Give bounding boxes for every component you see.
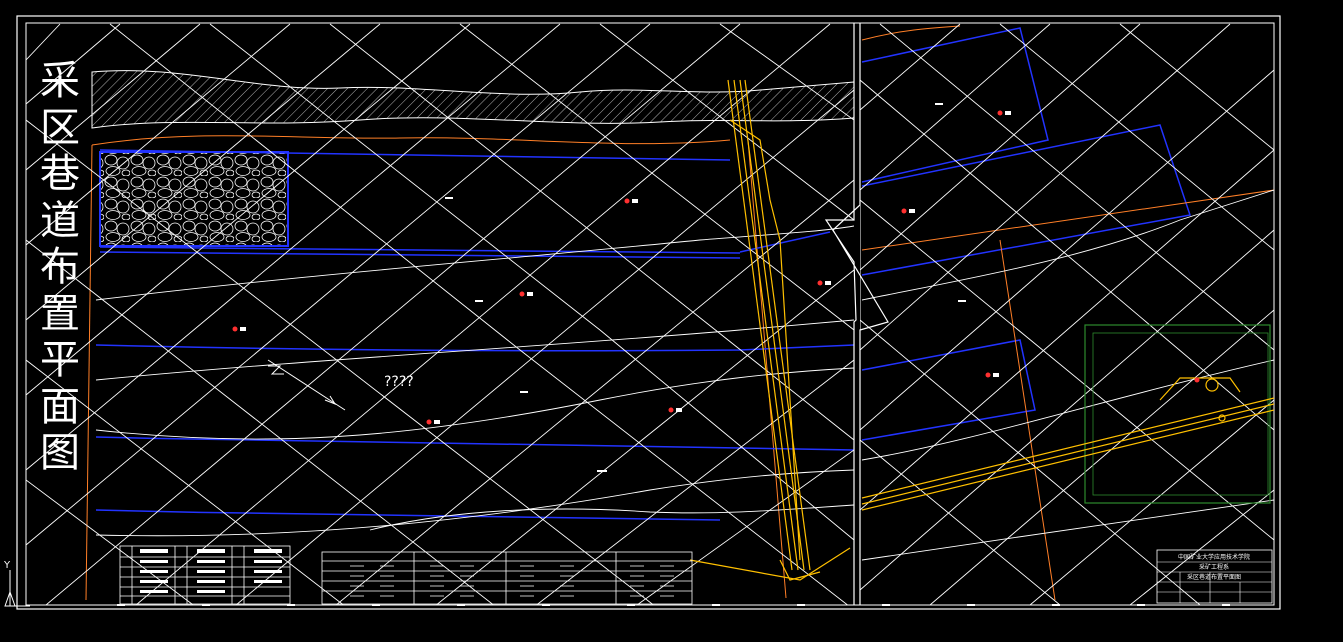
drawing-title-char: 区	[40, 104, 80, 151]
stratigraphy-table	[119, 545, 291, 605]
boundary-line	[747, 139, 787, 599]
boundary-line	[91, 135, 731, 146]
drawing-title-char: 图	[40, 430, 80, 476]
drawing-title-char: 巷	[40, 151, 80, 197]
boundary-line	[85, 144, 93, 601]
drawing-title-char: 平	[40, 337, 80, 383]
drawing-title-char: 采	[40, 58, 80, 104]
title-block-major: 采矿工程系	[1199, 563, 1229, 571]
surface-facility-box	[1084, 324, 1271, 504]
point-markers	[232, 197, 831, 472]
title-block-school: 中国矿业大学应用技术学院	[1178, 553, 1250, 561]
title-block: 中国矿业大学应用技术学院 采矿工程系 采区巷道布置平面图	[1156, 549, 1273, 604]
garbled-label: ????	[384, 374, 414, 390]
drawing-title-char: 置	[40, 290, 80, 337]
title-block-sheet-name: 采区巷道布置平面图	[1187, 573, 1241, 581]
cad-drawing-canvas[interactable]: ???? 中国矿业大学应用技术学院 采矿工程系 采区巷道布置平面图 Y	[0, 0, 1343, 642]
right-boundary	[861, 25, 1274, 601]
haulage-way	[861, 377, 1274, 511]
right-point-markers	[901, 103, 1200, 383]
north-arrow	[267, 359, 346, 411]
left-map-panel: ????	[26, 23, 854, 605]
drawing-title-char: 面	[40, 383, 80, 430]
stratigraphy-table-fills	[140, 549, 282, 593]
drawing-title-char: 道	[40, 197, 80, 244]
drawing-title-char: 布	[40, 244, 80, 290]
ucs-axis-label: Y	[3, 560, 11, 571]
right-map-panel	[860, 23, 1274, 605]
right-contours	[860, 23, 1274, 605]
drawing-title-vertical: 采区巷道布置平面图	[36, 58, 84, 477]
